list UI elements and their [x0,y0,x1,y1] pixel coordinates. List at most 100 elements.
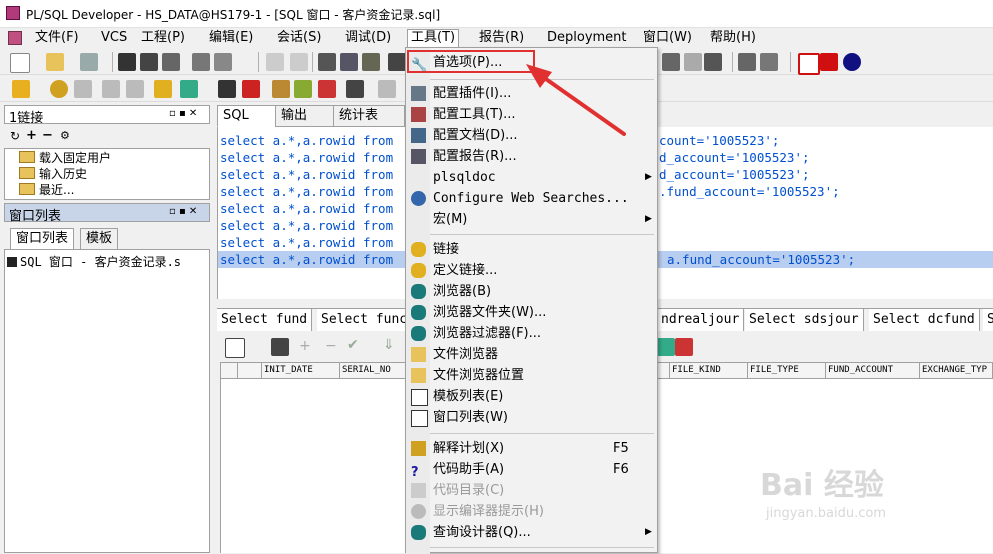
menu-item-macro[interactable]: 宏(M) ▶ [406,209,657,230]
menu-item-browser-folders[interactable]: 浏览器文件夹(W)... [406,302,657,323]
cascade-windows-icon[interactable] [738,53,756,71]
menu-reports[interactable]: 报告(R) [476,30,527,46]
menu-vcs[interactable]: VCS [98,30,130,46]
save-all-icon[interactable] [140,53,158,71]
toolbar-icon-c[interactable] [704,53,722,71]
col-fund-account[interactable]: FUND_ACCOUNT [825,363,922,378]
tool-icon-a[interactable] [272,80,290,98]
sql-run-icon[interactable] [180,80,198,98]
new-icon[interactable] [10,53,30,73]
add-icon[interactable]: + [26,128,37,143]
menu-item-template-list[interactable]: 模板列表(E) [406,386,657,407]
menu-item-code-contents[interactable]: 代码目录(C) [406,480,657,501]
menu-project[interactable]: 工程(P) [138,30,188,46]
col-exchange-type[interactable]: EXCHANGE_TYP [919,363,993,378]
print-preview-icon[interactable] [192,53,210,71]
menu-help[interactable]: 帮助(H) [707,30,759,46]
oracle-icon[interactable] [798,53,820,75]
close-file-icon[interactable] [162,53,180,71]
menu-item-browser[interactable]: 浏览器(B) [406,281,657,302]
menu-deployment[interactable]: Deployment [544,30,630,46]
file-browser-location-icon [411,368,426,383]
undo-icon[interactable] [266,53,284,71]
menu-item-plsqldoc[interactable]: plsqldoc ▶ [406,167,657,188]
result-tab[interactable]: Select dcfund [869,309,980,331]
result-tab[interactable]: S [983,309,993,331]
tab-statistics[interactable]: 统计表 [333,105,405,127]
col-init-date[interactable]: INIT_DATE [261,363,342,378]
search-key-icon[interactable] [12,80,30,98]
tool-icon-c[interactable] [318,80,336,98]
disconnect-icon[interactable] [242,80,260,98]
rollback-icon[interactable] [126,80,144,98]
execute-icon[interactable] [50,80,68,98]
tab-templates[interactable]: 模板 [80,228,119,250]
preferences-icon[interactable] [346,80,364,98]
config-icon[interactable]: ⚙ [60,129,70,142]
tool-icon-d[interactable] [378,80,396,98]
toolbar-icon-a[interactable] [662,53,680,71]
lock-icon[interactable] [271,338,289,356]
tree-item-fixed-users[interactable]: 载入固定用户 [19,150,111,166]
connect-icon[interactable] [218,80,236,98]
col-file-type[interactable]: FILE_TYPE [747,363,828,378]
post-icon[interactable]: ✔ [347,337,359,353]
result-tab[interactable]: ndrealjour [657,309,745,331]
menu-debug[interactable]: 调试(D) [342,30,394,46]
delete-row-icon[interactable]: − [325,338,337,354]
panel-controls[interactable]: ▫ ▪ ✕ [169,108,197,119]
menu-item-compiler-hints[interactable]: 显示编译器提示(H) [406,501,657,522]
redo-icon[interactable] [290,53,308,71]
query-designer-icon [411,525,426,540]
menu-session[interactable]: 会话(S) [274,30,324,46]
chart-icon[interactable] [675,338,693,356]
menu-item-query-designer[interactable]: 查询设计器(Q)... ▶ [406,522,657,543]
menu-item-web-searches[interactable]: Configure Web Searches... [406,188,657,209]
menu-item-connections[interactable]: 链接 [406,239,657,260]
window-list-item[interactable]: SQL 窗口 - 客户资金记录.s [7,254,181,270]
result-tab[interactable]: Select sdsjour [745,309,864,331]
menu-item-explain-plan[interactable]: 解释计划(X) F5 [406,438,657,459]
col-file-kind[interactable]: FILE_KIND [669,363,750,378]
tab-window-list[interactable]: 窗口列表 [10,228,75,250]
open-icon[interactable] [46,53,64,71]
tree-item-recent[interactable]: 最近... [19,182,74,198]
grid-icon[interactable] [225,338,245,358]
menu-file[interactable]: 文件(F) [32,30,82,46]
tree-item-input-history[interactable]: 输入历史 [19,166,87,182]
export-icon[interactable] [657,338,675,356]
menu-item-window-list[interactable]: 窗口列表(W) [406,407,657,428]
template-list-icon [411,389,428,406]
result-tab[interactable]: Select func [317,309,413,331]
sql-icon[interactable] [154,80,172,98]
menu-item-browser-filters[interactable]: 浏览器过滤器(F)... [406,323,657,344]
info-icon[interactable] [843,53,861,71]
menu-item-define-connections[interactable]: 定义链接... [406,260,657,281]
menu-window[interactable]: 窗口(W) [640,30,695,46]
remove-icon[interactable]: − [42,128,53,143]
paste-icon[interactable] [362,53,380,71]
panel-controls[interactable]: ▫ ▪ ✕ [169,206,197,217]
result-tab[interactable]: Select fund [217,309,313,331]
menu-tools[interactable]: 工具(T) [407,29,460,49]
tool-icon-b[interactable] [294,80,312,98]
save-icon[interactable] [118,53,136,71]
find-icon[interactable] [388,53,406,71]
fetch-icon[interactable]: ⇓ [383,337,395,353]
pdf-icon[interactable] [820,53,838,71]
menu-edit[interactable]: 编辑(E) [206,30,256,46]
commit-icon[interactable] [102,80,120,98]
print-icon[interactable] [80,53,98,71]
cut-icon[interactable] [318,53,336,71]
menu-item-file-browser[interactable]: 文件浏览器 [406,344,657,365]
add-row-icon[interactable]: + [299,338,311,354]
toolbar-icon-b[interactable] [684,53,702,71]
break-icon[interactable] [74,80,92,98]
menu-item-configure-reports[interactable]: 配置报告(R)... [406,146,657,167]
refresh-icon[interactable]: ↻ [10,129,20,143]
copy-icon[interactable] [340,53,358,71]
page-setup-icon[interactable] [214,53,232,71]
menu-item-code-assistant[interactable]: ? 代码助手(A) F6 [406,459,657,480]
menu-item-file-browser-location[interactable]: 文件浏览器位置 [406,365,657,386]
tile-windows-icon[interactable] [760,53,778,71]
